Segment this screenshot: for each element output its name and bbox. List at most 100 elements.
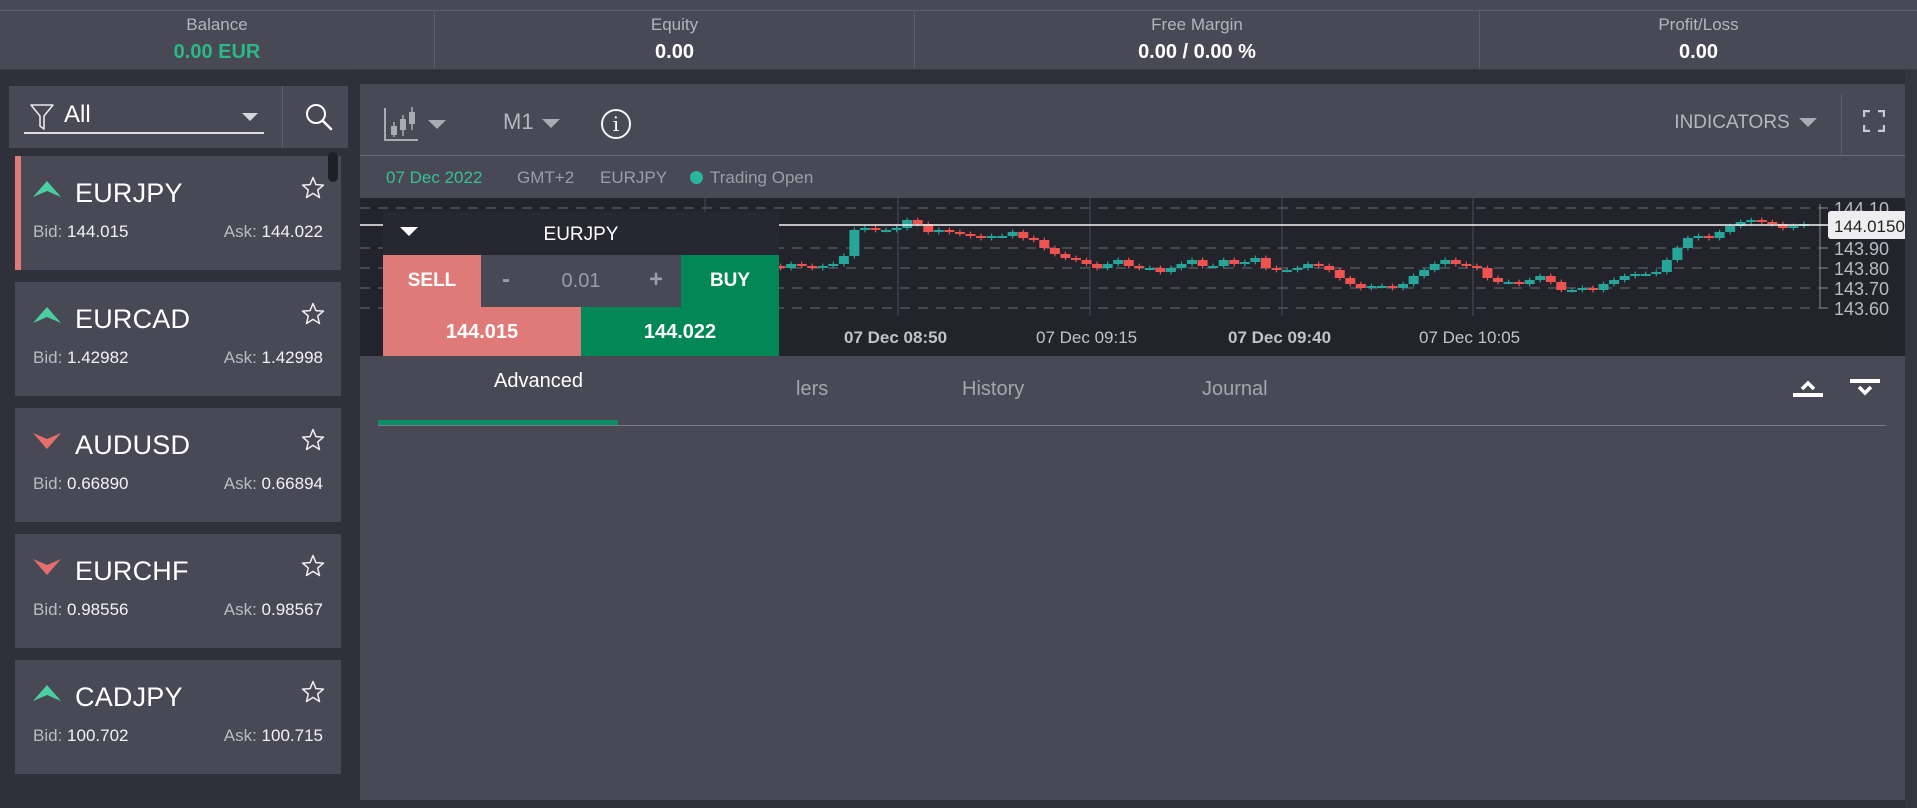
instrument-item-eurchf[interactable]: EURCHF Bid: 0.98556 Ask: 0.98567	[15, 534, 341, 648]
quick-trade-symbol: EURJPY	[543, 224, 619, 245]
candle-body	[1788, 226, 1799, 228]
equity-value: 0.00	[655, 41, 694, 63]
candle-body	[1693, 236, 1704, 238]
star-icon[interactable]	[301, 428, 325, 452]
candle-body	[1134, 266, 1145, 268]
chevron-down-icon	[242, 113, 258, 121]
collapse-panel-icon[interactable]	[1848, 374, 1882, 404]
indicators-label: INDICATORS	[1674, 112, 1790, 133]
amount-input[interactable]	[526, 255, 636, 307]
instrument-item-audusd[interactable]: AUDUSD Bid: 0.66890 Ask: 0.66894	[15, 408, 341, 522]
candle-body	[1440, 260, 1451, 264]
bid-price: Bid: 0.66890	[33, 474, 128, 494]
candle-body	[1092, 264, 1103, 268]
candle-body	[1018, 232, 1029, 238]
candle-body	[1598, 284, 1609, 290]
decrease-amount-button[interactable]: -	[486, 255, 526, 307]
tab-history[interactable]: History	[962, 378, 1024, 401]
instrument-item-cadjpy[interactable]: CADJPY Bid: 100.702 Ask: 100.715	[15, 660, 341, 774]
expand-panel-icon[interactable]	[1791, 374, 1825, 404]
candle-body	[912, 220, 923, 224]
tab-journal[interactable]: Journal	[1202, 378, 1268, 401]
candle-body	[1218, 260, 1229, 266]
candle-body	[1102, 264, 1113, 268]
candle-body	[1471, 266, 1482, 268]
candle-body	[1535, 276, 1546, 280]
candle-body	[1324, 266, 1335, 270]
candle-body	[870, 228, 881, 230]
candle-body	[1345, 278, 1356, 284]
instrument-item-eurcad[interactable]: EURCAD Bid: 1.42982 Ask: 1.42998	[15, 282, 341, 396]
x-tick-label: 07 Dec 08:50	[844, 328, 947, 347]
fullscreen-icon[interactable]	[1863, 110, 1885, 132]
list-scrollbar[interactable]	[328, 152, 338, 182]
star-icon[interactable]	[301, 680, 325, 704]
ask-label: Ask:	[223, 600, 257, 619]
candle-body	[954, 232, 965, 234]
trend-up-icon	[33, 685, 61, 701]
tab-orders[interactable]: lers	[796, 378, 828, 401]
candlestick-chart-icon	[384, 107, 418, 141]
sell-price-button[interactable]: 144.015	[383, 307, 581, 358]
candle-body	[1682, 238, 1693, 248]
star-icon[interactable]	[301, 302, 325, 326]
candle-body	[1566, 290, 1577, 292]
candle-body	[1007, 232, 1018, 236]
bid-label: Bid:	[33, 726, 63, 745]
bid-label: Bid:	[33, 222, 63, 241]
candle-body	[902, 220, 913, 228]
filter-bar: All	[9, 86, 348, 148]
tab-advanced[interactable]: Advanced	[494, 370, 583, 393]
instrument-item-eurjpy[interactable]: EURJPY Bid: 144.015 Ask: 144.022	[15, 156, 341, 270]
candle-body	[1577, 288, 1588, 290]
balance-summary: Balance 0.00 EUR	[0, 10, 435, 68]
instrument-symbol: EURCHF	[75, 556, 189, 586]
candle-body	[1556, 282, 1567, 290]
instrument-symbol: EURJPY	[75, 178, 183, 208]
candle-body	[859, 228, 870, 230]
bid-label: Bid:	[33, 474, 63, 493]
candle-body	[1461, 264, 1472, 266]
equity-label: Equity	[650, 15, 699, 34]
indicators-dropdown[interactable]: INDICATORS	[1674, 112, 1817, 134]
candle-body	[1355, 284, 1366, 288]
buy-button[interactable]: BUY	[681, 255, 779, 307]
x-tick-label: 07 Dec 09:15	[1036, 328, 1137, 347]
star-icon[interactable]	[301, 554, 325, 578]
window-edge	[1905, 70, 1917, 808]
buy-price-button[interactable]: 144.022	[581, 307, 779, 358]
candle-body	[1282, 270, 1292, 272]
candle-body	[881, 230, 892, 232]
chart-info-bar: 07 Dec 2022 GMT+2 EURJPY Trading Open	[360, 158, 1905, 196]
info-icon[interactable]: i	[601, 109, 631, 139]
candle-body	[976, 236, 987, 238]
candle-body	[1429, 264, 1440, 270]
search-icon[interactable]	[304, 102, 334, 132]
x-tick-label: 07 Dec 10:05	[1419, 328, 1520, 347]
bid-price: Bid: 1.42982	[33, 348, 128, 368]
candle-body	[1334, 270, 1345, 278]
candle-body	[1113, 260, 1124, 264]
instrument-symbol: AUDUSD	[75, 430, 191, 460]
star-icon[interactable]	[301, 176, 325, 200]
candle-body	[1260, 258, 1271, 268]
timeframe-value: M1	[503, 109, 534, 134]
increase-amount-button[interactable]: +	[636, 255, 676, 307]
timeframe-selector[interactable]: M1	[503, 109, 560, 135]
ask-label: Ask:	[223, 222, 257, 241]
candle-body	[1060, 254, 1071, 258]
chevron-down-icon	[541, 118, 560, 128]
candle-body	[786, 264, 797, 268]
chart-type-selector[interactable]	[384, 106, 447, 142]
sell-button[interactable]: SELL	[383, 255, 481, 307]
bid-value: 100.702	[67, 726, 129, 745]
candle-body	[1725, 226, 1736, 232]
candle-body	[1303, 264, 1314, 268]
candle-body	[838, 256, 849, 264]
equity-summary: Equity 0.00	[435, 10, 915, 68]
instrument-filter-dropdown[interactable]: All	[24, 96, 264, 134]
candle-body	[1144, 268, 1155, 270]
candle-body	[1704, 236, 1715, 238]
bid-price: Bid: 144.015	[33, 222, 128, 242]
candle-body	[1661, 260, 1672, 272]
